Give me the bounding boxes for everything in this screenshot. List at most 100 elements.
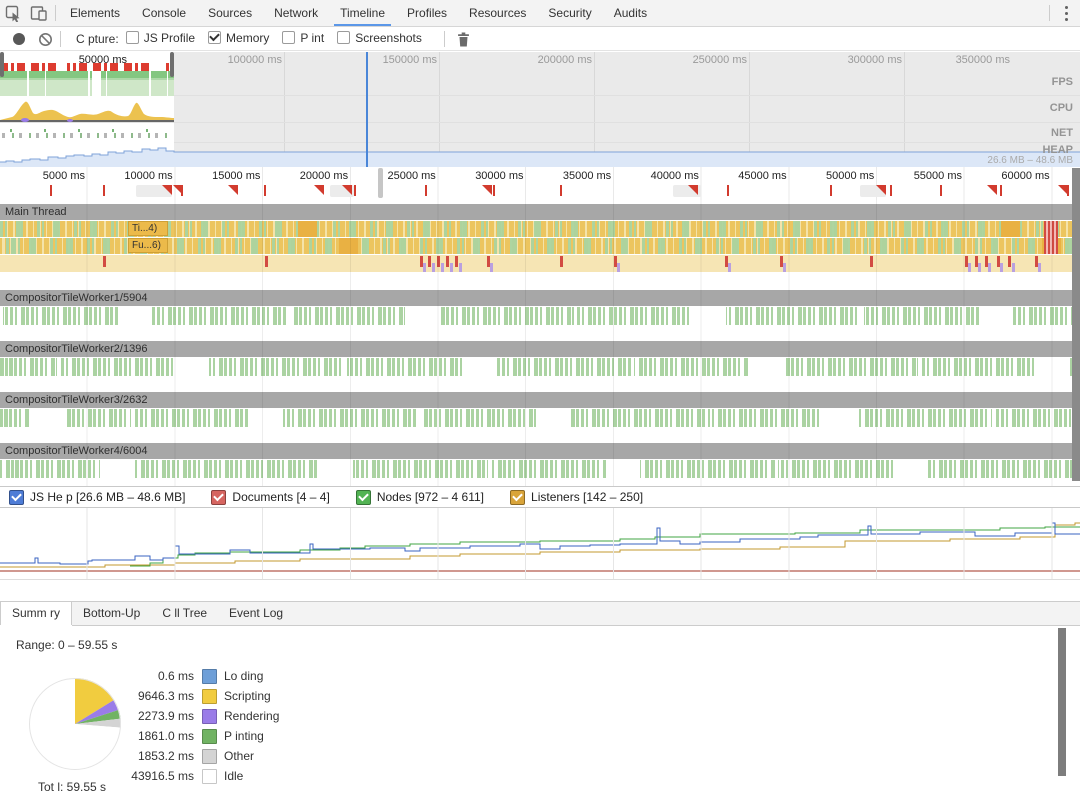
ruler-drag-handle[interactable] <box>378 168 383 198</box>
kebab-menu-icon[interactable] <box>1065 6 1068 21</box>
capture-checkbox-p-int[interactable]: P int <box>282 31 324 45</box>
ruler-tick-label: 20000 ms <box>264 170 348 182</box>
overview-cursor-line <box>366 52 368 167</box>
tab-elements[interactable]: Elements <box>59 0 131 26</box>
worker-track-4[interactable] <box>0 460 1080 478</box>
memory-counters-bar: JS He p [26.6 MB – 48.6 MB] Documents [4 … <box>0 486 1080 508</box>
timeline-toolbar: C pture: JS ProfileMemoryP intScreenshot… <box>0 28 1080 51</box>
details-tab-c-ll-tree[interactable]: C ll Tree <box>151 602 218 625</box>
counter-checkbox-nodes[interactable]: Nodes [972 – 4 611] <box>356 490 484 505</box>
ruler-tick-label: 5000 ms <box>1 170 85 182</box>
overview-net-chart-ticks <box>10 129 170 132</box>
checkbox-icon <box>208 31 221 44</box>
ruler-tick-label: 40000 ms <box>615 170 699 182</box>
worker-header-3[interactable]: CompositorTileWorker3/2632 <box>0 392 1080 408</box>
overview-time-label: 100000 ms <box>192 54 282 66</box>
details-tab-bottom-up[interactable]: Bottom-Up <box>72 602 151 625</box>
inspect-element-icon[interactable] <box>0 1 26 25</box>
long-task-marker <box>727 185 729 196</box>
tab-sources[interactable]: Sources <box>197 0 263 26</box>
worker-header-4[interactable]: CompositorTileWorker4/6004 <box>0 443 1080 459</box>
overview-time-label: 200000 ms <box>502 54 592 66</box>
toolbar-divider <box>444 31 445 47</box>
gc-event-mark <box>437 256 440 267</box>
tab-resources[interactable]: Resources <box>458 0 537 26</box>
legend-label: Scripting <box>224 689 271 703</box>
tab-profiles[interactable]: Profiles <box>396 0 458 26</box>
rendering-event-mark <box>423 263 426 272</box>
legend-swatch <box>202 729 217 744</box>
details-tab-summ-ry[interactable]: Summ ry <box>0 602 72 625</box>
counter-checkbox-js[interactable]: JS He p [26.6 MB – 48.6 MB] <box>9 490 185 505</box>
summary-scrollbar[interactable] <box>1058 628 1066 776</box>
legend-swatch <box>202 669 217 684</box>
rendering-event-mark <box>441 263 444 272</box>
worker-header-1[interactable]: CompositorTileWorker1/5904 <box>0 290 1080 306</box>
rendering-event-mark <box>459 263 462 272</box>
tracks-scrollbar[interactable] <box>1072 168 1080 481</box>
main-thread-header[interactable]: Main Thread <box>0 204 1080 220</box>
gc-event-mark <box>1008 256 1011 267</box>
legend-value: 0.6 ms <box>108 669 194 683</box>
overview-window-right-handle[interactable] <box>170 52 174 77</box>
worker-header-2[interactable]: CompositorTileWorker2/1396 <box>0 341 1080 357</box>
rendering-event-mark <box>1038 263 1041 272</box>
flame-event-timer-fired[interactable]: Ti...4) <box>128 221 168 236</box>
long-task-marker <box>1067 185 1069 196</box>
rendering-event-mark <box>450 263 453 272</box>
rendering-event-mark <box>1012 263 1015 272</box>
garbage-collect-icon[interactable] <box>454 27 474 51</box>
overview-net-chart <box>2 133 172 138</box>
counter-checkbox-icon <box>510 490 525 505</box>
flame-event-function-call[interactable]: Fu...6) <box>128 238 168 253</box>
gc-event-mark <box>428 256 431 267</box>
legend-swatch <box>202 709 217 724</box>
rendering-event-mark <box>728 263 731 272</box>
details-tab-event-log[interactable]: Event Log <box>218 602 294 625</box>
overview-window-left-handle[interactable] <box>0 52 4 77</box>
timeline-overview[interactable]: 50000 ms100000 ms150000 ms200000 ms25000… <box>0 52 1080 167</box>
counter-label: Listeners [142 – 250] <box>531 490 643 504</box>
tab-console[interactable]: Console <box>131 0 197 26</box>
tab-security[interactable]: Security <box>537 0 602 26</box>
gc-event-mark <box>870 256 873 267</box>
capture-checkbox-js-profile[interactable]: JS Profile <box>126 31 195 45</box>
tab-timeline[interactable]: Timeline <box>329 0 396 26</box>
long-task-marker <box>50 185 52 196</box>
device-toolbar-icon[interactable] <box>26 1 52 25</box>
overview-time-label: 300000 ms <box>812 54 902 66</box>
capture-checkbox-memory[interactable]: Memory <box>208 31 269 45</box>
flame-chart[interactable]: Main Thread Ti...4) Fu...6) CompositorTi… <box>0 200 1080 486</box>
counter-checkbox-listeners[interactable]: Listeners [142 – 250] <box>510 490 643 505</box>
long-task-stripes <box>1044 221 1058 254</box>
tab-audits[interactable]: Audits <box>603 0 658 26</box>
gc-event-mark <box>265 256 268 267</box>
long-task-marker <box>354 185 356 196</box>
memory-chart-gridlines <box>0 508 1080 579</box>
long-task-marker <box>162 185 172 195</box>
ruler-tick-label: 15000 ms <box>176 170 260 182</box>
ruler-tick-label: 55000 ms <box>878 170 962 182</box>
worker-track-1[interactable] <box>0 307 1080 325</box>
ruler-tick-label: 25000 ms <box>352 170 436 182</box>
gc-event-mark <box>446 256 449 267</box>
tab-network[interactable]: Network <box>263 0 329 26</box>
worker-track-2[interactable] <box>0 358 1080 376</box>
main-thread-row-3[interactable] <box>0 255 1080 272</box>
worker-track-3[interactable] <box>0 409 1080 427</box>
overview-fps-chart <box>0 71 174 96</box>
overview-time-label: 50000 ms <box>37 54 127 66</box>
counter-checkbox-icon <box>211 490 226 505</box>
devtools-timeline-panel: ElementsConsoleSourcesNetworkTimelinePro… <box>0 0 1080 798</box>
legend-label: Idle <box>224 769 243 783</box>
gc-event-mark <box>103 256 106 267</box>
rendering-event-mark <box>968 263 971 272</box>
capture-checkbox-screenshots[interactable]: Screenshots <box>337 31 422 45</box>
record-button[interactable] <box>13 33 25 45</box>
clear-button[interactable] <box>36 27 54 51</box>
ruler-tick-label: 45000 ms <box>703 170 787 182</box>
legend-label: P inting <box>224 729 264 743</box>
rendering-event-mark <box>432 263 435 272</box>
timeline-ruler: 5000 ms10000 ms15000 ms20000 ms25000 ms3… <box>0 167 1080 200</box>
counter-checkbox-documents[interactable]: Documents [4 – 4] <box>211 490 329 505</box>
